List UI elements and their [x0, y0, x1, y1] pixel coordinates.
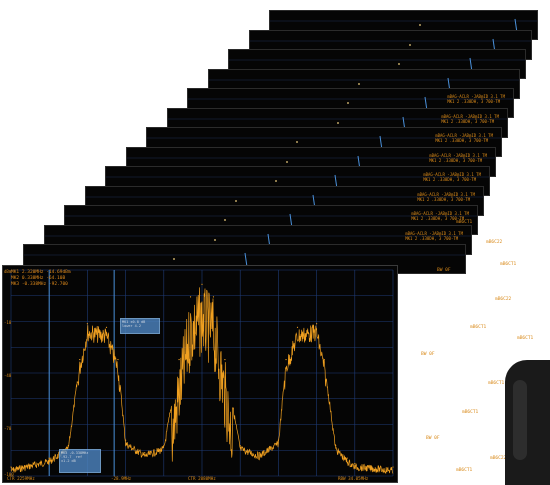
marker-info-box: MK1 ±0.8 dB lower 4.2: [120, 318, 160, 334]
trace-point: [224, 358, 226, 361]
device-edge: [505, 360, 550, 485]
trace-point: [239, 444, 241, 447]
trace-point: [346, 457, 348, 459]
stacked-screen-readout: mBAG-ACLR -JAB@ID 3.1 TM MK1 2 .338DH, 3…: [429, 152, 487, 163]
stacked-screen-readout: mBAG-ACLR -JAB@ID 3.1 TM MK1 2 .338DH, 3…: [423, 172, 481, 182]
trace-point: [144, 452, 146, 454]
trace-point: [323, 358, 325, 361]
trace-point: [79, 358, 81, 361]
trace-point: [48, 457, 50, 459]
side-tag-label: mB6CT1: [470, 325, 487, 330]
trace-point: [316, 323, 318, 325]
side-tag-label: BW 0F: [437, 268, 451, 273]
stacked-screen-readout: mBAG-ACLR -JAB@ID 3.1 TM MK1 2 .338DH, 3…: [447, 94, 505, 104]
side-tag-label: mB6C22: [495, 297, 512, 302]
marker-info-text: MK3 -0.338MHz -92.7 ref ±1.2 dB: [61, 451, 89, 463]
marker-info-box: MK3 -0.338MHz -92.7 ref ±1.2 dB: [59, 449, 101, 473]
side-tag-label: BW 0F: [421, 352, 435, 357]
side-tag-label: mB6CT1: [456, 468, 473, 473]
trace-point: [10, 466, 12, 468]
trace-point: [285, 358, 287, 361]
trace-point: [178, 358, 180, 361]
trace-point: [117, 358, 119, 361]
stacked-screen-readout: mBAG-ACLR -JAB@ID 3.1 TM MK1 2 .338DH, 3…: [435, 133, 493, 143]
stacked-screen-readout: mBAG-ACLR -JAB@ID 3.1 TM MK1 2 .338DH, 3…: [405, 230, 463, 241]
y-tick-label: dBm: [4, 269, 12, 274]
x-tick-label: -28.9MHz: [111, 476, 132, 481]
trace-point: [105, 326, 108, 328]
x-tick-label: CTR 2259MHz: [7, 476, 35, 481]
trace-point: [258, 452, 260, 454]
y-tick-label: -70: [4, 426, 12, 431]
trace-point: [277, 439, 279, 441]
marker-info-text: MK1 ±0.8 dB lower 4.2: [122, 320, 146, 328]
trace-point: [86, 323, 88, 325]
side-tag-label: mB6C22: [490, 456, 507, 461]
side-tag-label: mB6CT1: [456, 220, 473, 225]
trace-point: [212, 296, 215, 298]
trace-point: [354, 462, 356, 465]
stacked-screen-readout: mBAG-ACLR -JAB@ID 3.1 TM MK1 2 .338DH, 3…: [441, 113, 499, 124]
side-tag-label: mB6CT1: [488, 381, 505, 386]
trace-point: [163, 444, 165, 447]
spectrum-screen: MK1 2.320MHz -14.69dBm MK2 0.338MHz -64.…: [2, 265, 398, 483]
y-tick-label: -10: [4, 320, 12, 325]
trace-point: [296, 326, 299, 328]
trace-point: [189, 296, 192, 298]
stacked-screen-readout: mBAG-ACLR -JAB@ID 3.1 TM MK1 2 .338DH, 3…: [417, 191, 475, 202]
y-tick-label: -40: [4, 373, 12, 378]
side-tag-label: mB6C22: [486, 240, 503, 245]
trace-point: [67, 444, 69, 447]
marker-readout-3: MK3 -0.338MHz -92.700: [11, 282, 68, 287]
side-tag-label: mB6CT1: [517, 336, 534, 341]
trace-point: [392, 466, 394, 468]
side-tag-label: mB6CT1: [462, 410, 479, 415]
composite-scene: mBAG-ACLR -JAB@ID 3.1 TM MK1 2 .338DH, 3…: [0, 0, 550, 485]
x-tick-label: RBW 34.05MHz: [338, 476, 369, 481]
side-tag-label: mB6CT1: [500, 262, 517, 267]
trace-point: [335, 444, 337, 447]
trace-point: [201, 283, 203, 285]
trace-point: [125, 439, 127, 441]
x-tick-label: CTR 2080MHz: [188, 476, 216, 481]
side-tag-label: BW 0F: [426, 436, 440, 441]
